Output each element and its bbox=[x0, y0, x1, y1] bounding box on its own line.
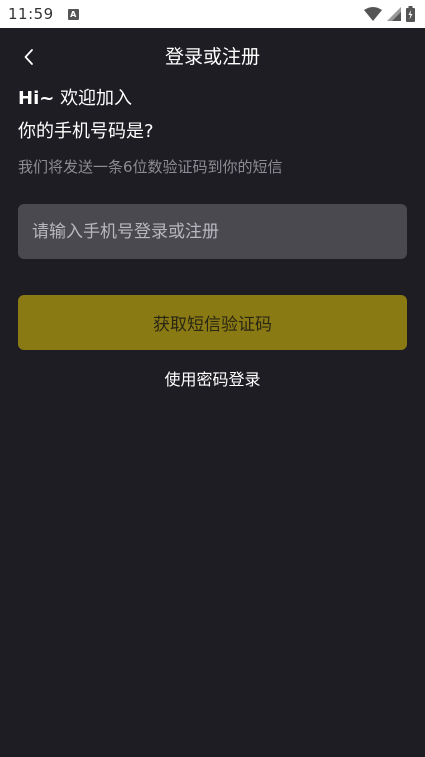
status-bar: 11:59 A bbox=[0, 0, 425, 28]
page-title: 登录或注册 bbox=[164, 46, 260, 68]
status-time: 11:59 bbox=[8, 5, 54, 23]
greeting-line: Hi~ 欢迎加入 bbox=[18, 84, 132, 110]
sms-hint: 我们将发送一条6位数验证码到你的短信 bbox=[18, 158, 283, 176]
status-right bbox=[364, 6, 415, 22]
battery-icon bbox=[406, 6, 415, 22]
wifi-icon bbox=[364, 7, 382, 21]
signal-icon bbox=[387, 7, 401, 21]
phone-input[interactable] bbox=[18, 204, 407, 259]
nav-bar: 登录或注册 bbox=[0, 28, 425, 84]
greeting-welcome: 欢迎加入 bbox=[60, 88, 133, 109]
notification-badge-icon: A bbox=[67, 8, 79, 20]
greeting-hi: Hi~ bbox=[18, 88, 55, 109]
login-screen: 登录或注册 Hi~ 欢迎加入 你的手机号码是? 我们将发送一条6位数验证码到你的… bbox=[0, 28, 425, 757]
password-login-link[interactable]: 使用密码登录 bbox=[0, 366, 425, 390]
get-sms-code-button[interactable]: 获取短信验证码 bbox=[18, 295, 407, 350]
phone-question: 你的手机号码是? bbox=[18, 121, 154, 142]
status-left: 11:59 A bbox=[8, 5, 79, 23]
